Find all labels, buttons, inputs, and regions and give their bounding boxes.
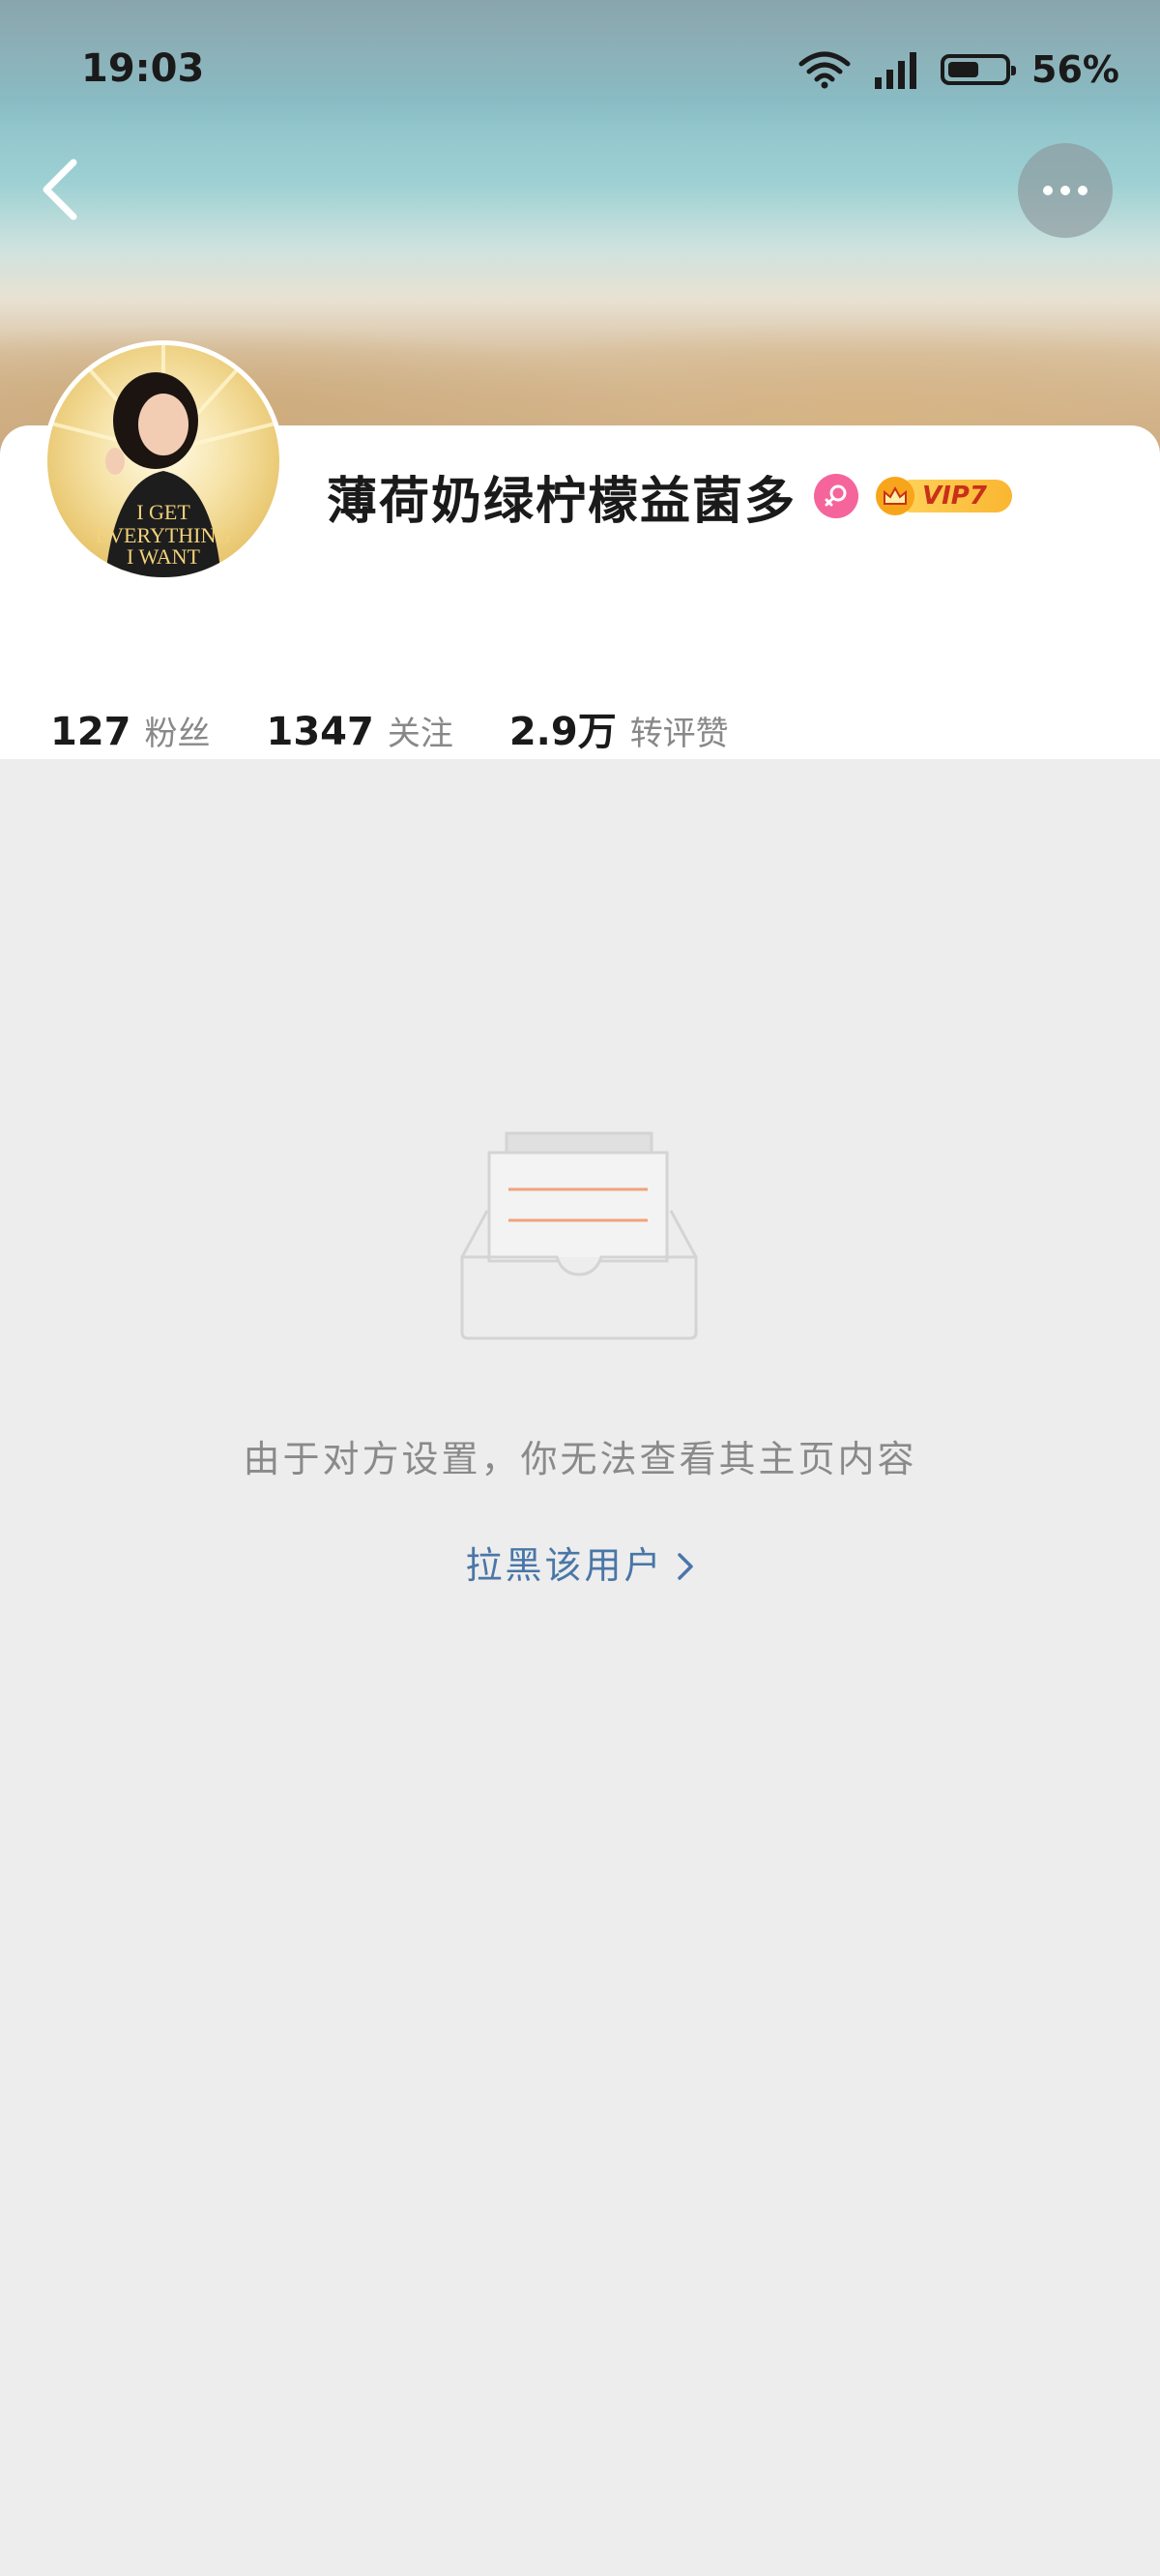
status-time: 19:03 xyxy=(81,46,205,91)
avatar-image: I GET EVERYTHING I WANT xyxy=(47,345,279,577)
stat-value: 127 xyxy=(50,710,131,754)
crown-icon xyxy=(876,477,915,515)
empty-inbox-icon xyxy=(458,1129,700,1342)
stat-value: 2.9万 xyxy=(508,710,617,754)
username-row: 薄荷奶绿柠檬益菌多 VIP7 xyxy=(327,462,1012,531)
stat-followers[interactable]: 127 粉丝 xyxy=(50,707,211,754)
more-dots-icon xyxy=(1043,186,1053,195)
wifi-icon xyxy=(798,50,852,89)
chevron-right-icon xyxy=(676,1544,695,1587)
female-icon xyxy=(814,474,859,518)
stat-label: 关注 xyxy=(387,715,453,753)
back-button[interactable] xyxy=(35,155,93,224)
battery-fill xyxy=(948,62,979,77)
signal-icon xyxy=(873,50,919,89)
avatar-caption-line3: I WANT xyxy=(127,544,201,569)
profile-screen: 19:03 56% I GET EVERYTHING I WANT 薄荷奶绿柠檬… xyxy=(0,0,1160,2576)
status-icons: 56% xyxy=(798,46,1119,93)
stat-label: 粉丝 xyxy=(144,715,211,753)
battery-percent: 56% xyxy=(1031,48,1119,91)
empty-state-message: 由于对方设置，你无法查看其主页内容 xyxy=(243,1438,917,1480)
battery-icon xyxy=(941,54,1017,85)
more-button[interactable] xyxy=(1018,143,1113,238)
stat-label: 转评赞 xyxy=(629,715,729,753)
username: 薄荷奶绿柠檬益菌多 xyxy=(327,472,798,531)
avatar[interactable]: I GET EVERYTHING I WANT xyxy=(43,340,284,582)
chevron-left-icon xyxy=(43,159,77,220)
stats-row: 127 粉丝 1347 关注 2.9万 转评赞 xyxy=(50,700,785,756)
avatar-caption-line1: I GET xyxy=(136,500,190,524)
vip-badge[interactable]: VIP7 xyxy=(876,475,1012,517)
stat-engagement[interactable]: 2.9万 转评赞 xyxy=(509,700,729,756)
stat-value: 1347 xyxy=(266,710,374,754)
block-user-link[interactable]: 拉黑该用户 xyxy=(0,1536,1160,1589)
status-bar: 19:03 56% xyxy=(0,0,1160,135)
vip-label: VIP7 xyxy=(905,480,1012,512)
block-user-label: 拉黑该用户 xyxy=(465,1544,664,1587)
stat-following[interactable]: 1347 关注 xyxy=(267,707,453,754)
